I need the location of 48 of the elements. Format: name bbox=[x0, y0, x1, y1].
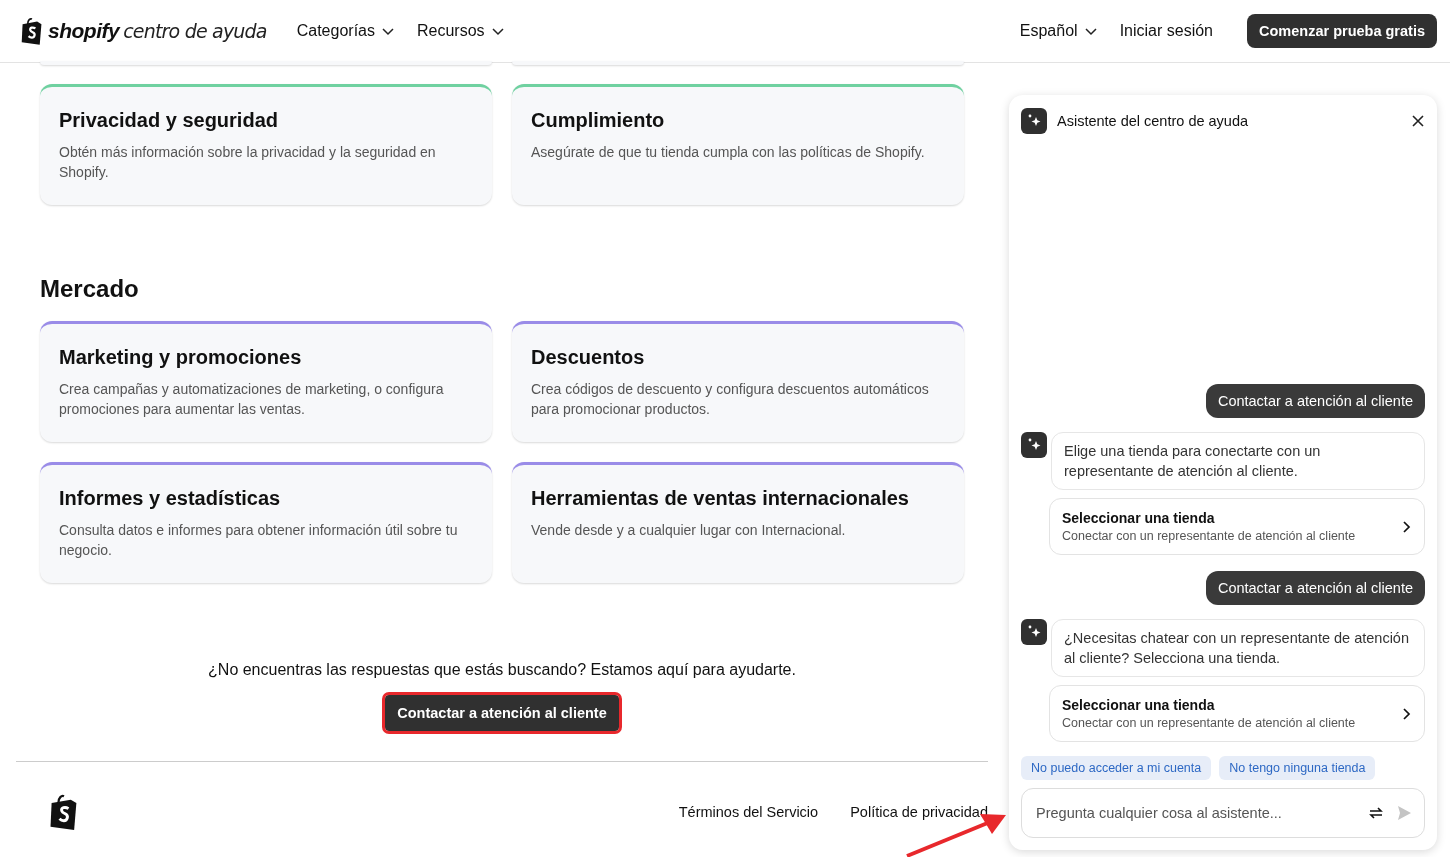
footer-link[interactable]: Términos del Servicio bbox=[678, 804, 819, 820]
user-message: Contactar a atención al cliente bbox=[1205, 384, 1425, 418]
card-title: Cumplimiento bbox=[531, 109, 666, 132]
topic-card[interactable]: Herramientas de ventas internacionales Vende desde y a cualquier lugar con Internacional. bbox=[512, 462, 964, 583]
assistant-title: Asistente del centro de ayuda bbox=[1057, 113, 1250, 129]
card-title: Herramientas de ventas internacionales bbox=[531, 487, 910, 510]
card-title: Informes y estadísticas bbox=[59, 487, 282, 510]
nav-menu[interactable]: Recursos bbox=[416, 22, 505, 40]
topic-card[interactable]: Privacidad y seguridad Obtén más información sobre la privacidad y la seguridad en Shopify. bbox=[40, 84, 492, 205]
login-link[interactable]: Iniciar sesión bbox=[1119, 22, 1213, 40]
footer-link[interactable]: Política de privacidad bbox=[850, 804, 988, 820]
contact-support-button[interactable]: Contactar a atención al cliente bbox=[385, 695, 619, 731]
section-heading: Mercado bbox=[40, 275, 140, 303]
chevron-right-icon bbox=[1402, 706, 1412, 721]
chat-composer[interactable]: Pregunta cualquier cosa al asistente... bbox=[1021, 788, 1425, 838]
card-description: Consulta datos e informes para obtener información útil sobre tu negocio. bbox=[59, 521, 459, 560]
card-title: Privacidad y seguridad bbox=[59, 109, 279, 132]
sparkle-icon bbox=[1021, 432, 1047, 458]
topic-card[interactable]: Marketing y promociones Crea campañas y automatizaciones de marketing, o configura promociones para aumentar las ventas. bbox=[40, 321, 492, 442]
close-button[interactable] bbox=[1411, 114, 1425, 128]
shopify-bag-icon bbox=[20, 17, 44, 45]
card-title: Marketing y promociones bbox=[59, 346, 303, 369]
card-description: Crea códigos de descuento y configura descuentos automáticos para promocionar productos. bbox=[531, 380, 930, 419]
select-store-option[interactable]: Seleccionar una tienda Conectar con un representante de atención al cliente bbox=[1049, 498, 1425, 555]
suggestion-chip[interactable]: No puedo acceder a mi cuenta bbox=[1021, 756, 1212, 780]
user-message: Contactar a atención al cliente bbox=[1205, 571, 1425, 605]
topic-card[interactable]: Descuentos Crea códigos de descuento y configura descuentos automáticos para promocionar productos. bbox=[512, 321, 964, 442]
card-description: Crea campañas y automatizaciones de marketing, o configura promociones para aumentar las ventas. bbox=[59, 380, 445, 419]
card-title: Descuentos bbox=[531, 346, 646, 369]
suggestion-chip[interactable]: No tengo ninguna tienda bbox=[1219, 756, 1376, 780]
brand-name[interactable]: shopify bbox=[48, 19, 120, 43]
help-prompt: ¿No encuentras las respuestas que estás buscando? Estamos aquí para ayudarte. bbox=[208, 661, 796, 679]
language-menu[interactable]: Español bbox=[1019, 22, 1098, 40]
card-description: Obtén más información sobre la privacidad y la seguridad en Shopify. bbox=[59, 143, 437, 182]
assistant-message: ¿Necesitas chatear con un representante de atención al cliente? Selecciona una tienda. bbox=[1051, 619, 1425, 677]
sparkle-icon bbox=[1021, 108, 1047, 134]
card-description: Asegúrate de que tu tienda cumpla con las políticas de Shopify. bbox=[531, 143, 926, 162]
chevron-right-icon bbox=[1402, 519, 1412, 534]
assistant-message: Elige una tienda para conectarte con un representante de atención al cliente. bbox=[1051, 432, 1425, 490]
topic-card[interactable]: Informes y estadísticas Consulta datos e informes para obtener información útil sobre tu negocio. bbox=[40, 462, 492, 583]
start-trial-button[interactable]: Comenzar prueba gratis bbox=[1247, 14, 1437, 48]
sparkle-icon bbox=[1021, 619, 1047, 645]
logo-subtitle: centro de ayuda bbox=[123, 20, 267, 42]
topic-card[interactable]: Cumplimiento Asegúrate de que tu tienda cumpla con las políticas de Shopify. bbox=[512, 84, 964, 205]
nav-menu[interactable]: Categorías bbox=[296, 22, 395, 40]
select-store-option[interactable]: Seleccionar una tienda Conectar con un representante de atención al cliente bbox=[1049, 685, 1425, 742]
card-description: Vende desde y a cualquier lugar con Internacional. bbox=[531, 521, 847, 540]
refresh-icon[interactable] bbox=[1368, 805, 1384, 821]
